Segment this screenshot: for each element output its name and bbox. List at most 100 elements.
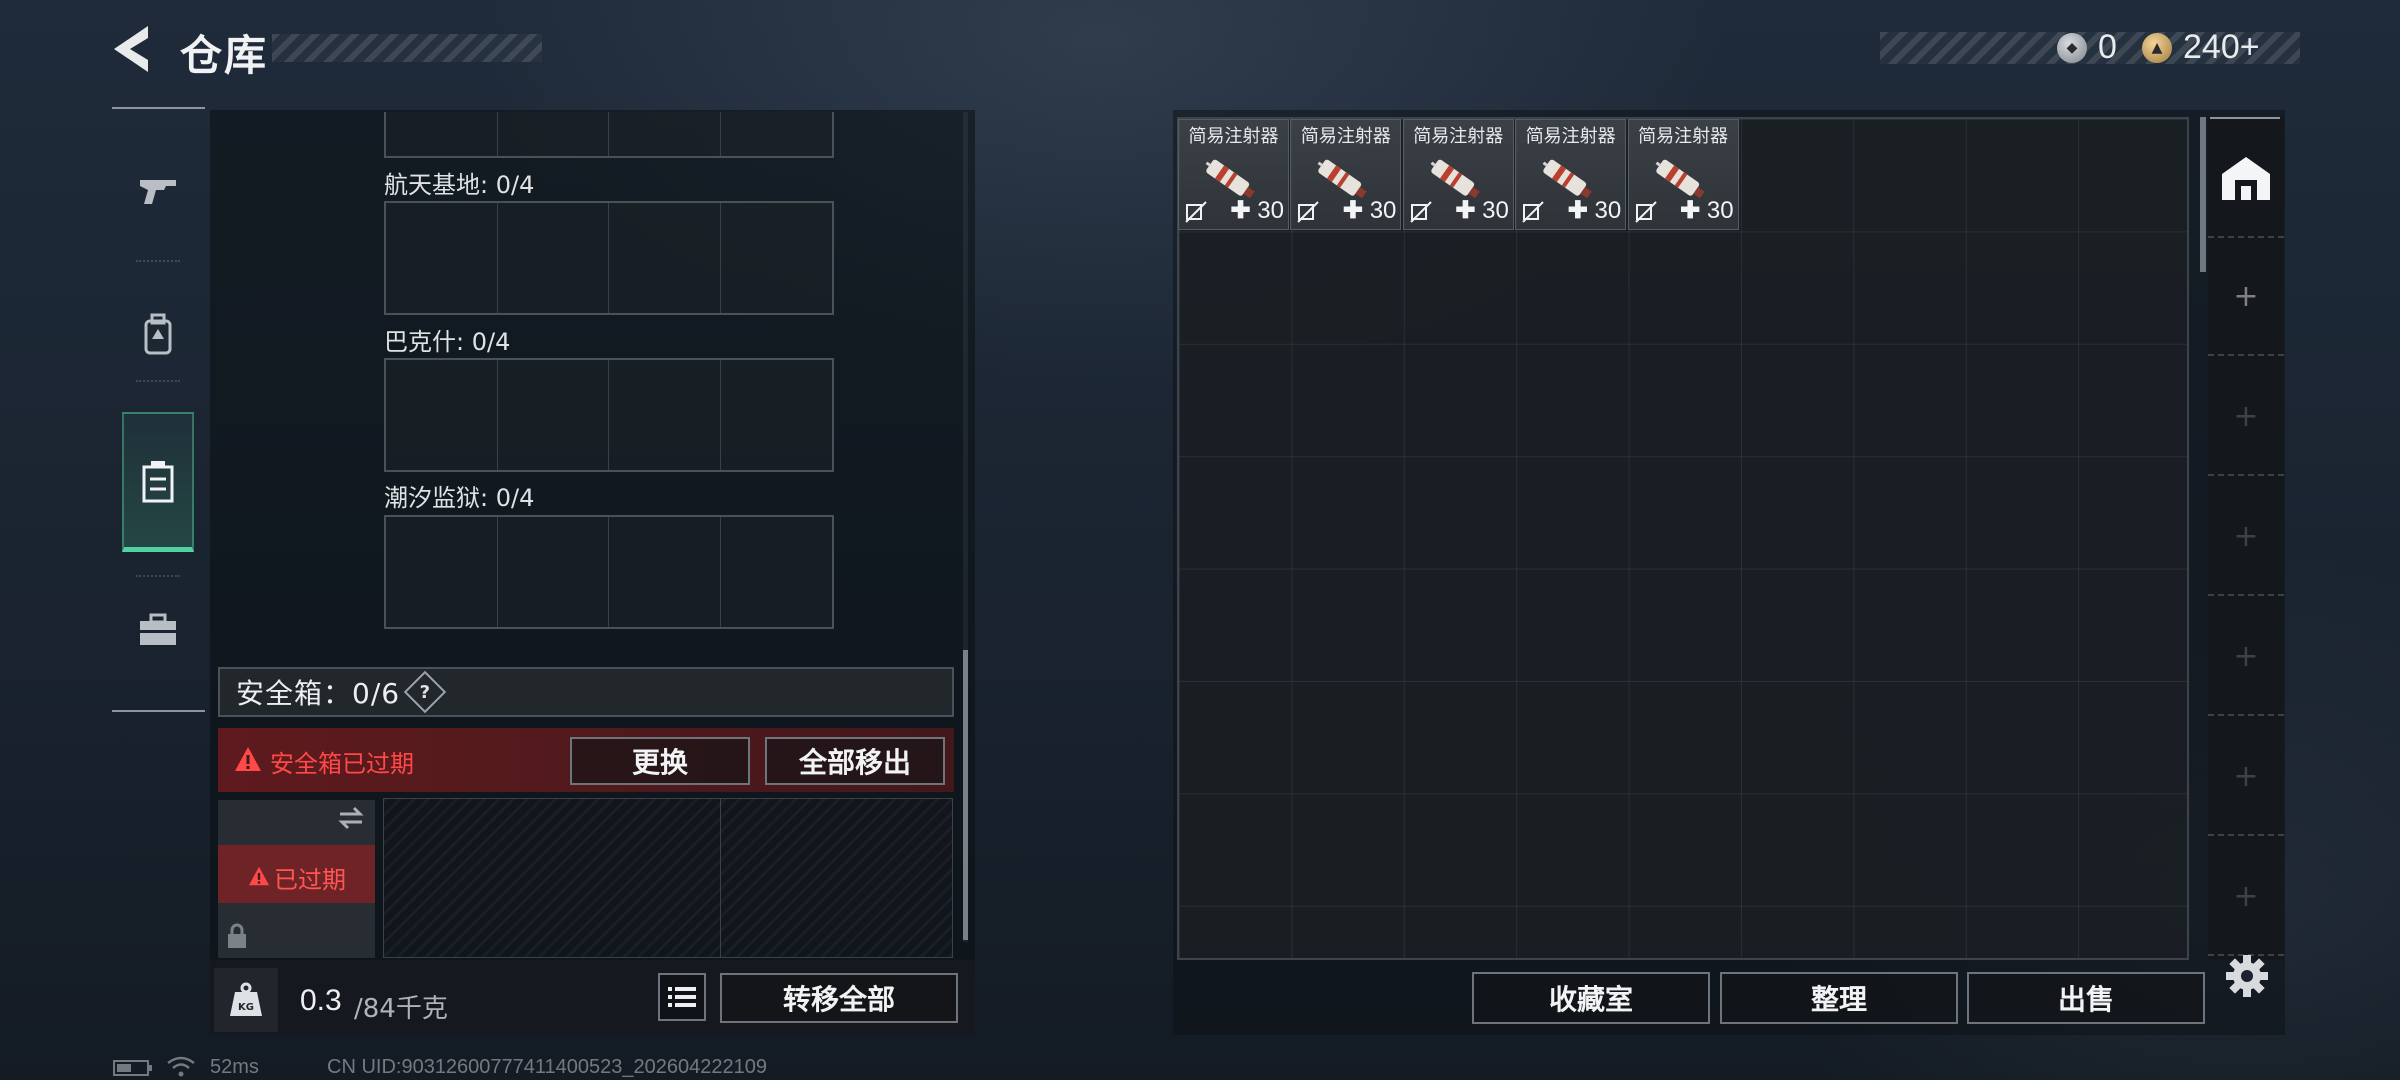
settings-gear-icon[interactable] xyxy=(2224,953,2270,999)
add-stash-page-button[interactable]: + xyxy=(2208,478,2284,596)
weight-max: /84千克 xyxy=(354,994,448,1024)
map-stash-label: 巴克什: 0/4 xyxy=(384,328,511,356)
silver-balance: 0 xyxy=(2098,28,2117,66)
safebox-title: 安全箱：0/6 xyxy=(236,677,401,710)
map-stash-label: 航天基地: 0/4 xyxy=(384,171,535,199)
list-view-button[interactable] xyxy=(658,973,706,1021)
safebox-header: 安全箱：0/6 ? xyxy=(218,667,954,717)
tab-tools[interactable] xyxy=(122,580,194,680)
tab-separator xyxy=(136,575,180,577)
stash-scrollbar-thumb[interactable] xyxy=(2200,117,2206,272)
gold-coin-icon: ▲ xyxy=(2142,33,2172,63)
plus-icon: + xyxy=(2233,398,2259,434)
heal-value: 30 xyxy=(1706,197,1734,224)
heal-value: 30 xyxy=(1369,197,1397,224)
no-sell-icon xyxy=(1522,201,1544,223)
tab-rail-top-line xyxy=(112,107,205,109)
back-button[interactable] xyxy=(108,24,156,74)
plus-icon: + xyxy=(2233,758,2259,794)
transfer-all-button[interactable]: 转移全部 xyxy=(720,973,958,1023)
plus-icon: ✚ xyxy=(1342,197,1364,224)
tab-separator xyxy=(136,260,180,262)
warning-icon xyxy=(235,747,261,771)
silver-coin-icon: ◆ xyxy=(2057,33,2087,63)
tab-rail-bottom-line xyxy=(112,710,205,712)
map-stash-slots[interactable] xyxy=(384,515,834,629)
stash-item-syringe[interactable]: 简易注射器 ✚ 30 xyxy=(1402,119,1514,230)
add-stash-page-button[interactable]: + xyxy=(2208,718,2284,836)
stash-item-syringe[interactable]: 简易注射器 ✚ 30 xyxy=(1290,119,1402,230)
stash-page-top-line xyxy=(2210,117,2280,119)
page-title: 仓库 xyxy=(180,31,269,80)
safebox-slots[interactable] xyxy=(383,798,953,958)
weight-icon: KG xyxy=(214,968,278,1032)
stash-grid[interactable] xyxy=(1177,117,2189,960)
list-icon xyxy=(668,987,696,1007)
item-name: 简易注射器 xyxy=(1300,126,1391,147)
item-name: 简易注射器 xyxy=(1188,126,1279,147)
safebox-help-button[interactable]: ? xyxy=(403,670,447,714)
title-decoration xyxy=(272,34,542,62)
stash-page-current[interactable] xyxy=(2208,120,2284,238)
safebox-slot-divider xyxy=(720,798,721,958)
map-stash-slots[interactable] xyxy=(384,201,834,315)
no-sell-icon xyxy=(1185,201,1207,223)
stash-item-syringe[interactable]: 简易注射器 ✚ 30 xyxy=(1627,119,1739,230)
heal-value: 30 xyxy=(1482,197,1509,224)
gold-balance[interactable]: 240+ xyxy=(2183,28,2260,67)
tab-gear[interactable] xyxy=(122,285,194,385)
lock-icon xyxy=(228,923,246,948)
vault-button[interactable]: 收藏室 xyxy=(1472,972,1710,1024)
wifi-icon xyxy=(167,1056,195,1077)
add-stash-page-button[interactable]: + xyxy=(2208,358,2284,476)
heal-amount: ✚ 30 xyxy=(1231,196,1284,225)
map-stash-slots[interactable] xyxy=(384,358,834,472)
heal-value: 30 xyxy=(1257,197,1284,224)
plus-icon: ✚ xyxy=(1230,197,1251,224)
plus-icon: + xyxy=(2233,518,2259,554)
replace-button[interactable]: 更换 xyxy=(570,737,750,785)
item-name: 简易注射器 xyxy=(1525,126,1616,147)
weight-current: 0.3 xyxy=(300,984,342,1017)
backpack-icon xyxy=(144,313,172,355)
plus-icon: ✚ xyxy=(1567,197,1588,224)
plus-icon: + xyxy=(2233,878,2259,914)
user-uid: CN UID:90312600777411400523_202604222109 xyxy=(327,1056,768,1078)
stash-item-syringe[interactable]: 简易注射器 ✚ 30 xyxy=(1178,119,1289,230)
sell-button[interactable]: 出售 xyxy=(1967,972,2205,1024)
no-sell-icon xyxy=(1410,201,1432,223)
heal-value: 30 xyxy=(1594,197,1622,224)
add-stash-page-button[interactable]: + xyxy=(2208,238,2284,356)
map-stash-label: 潮汐监狱: 0/4 xyxy=(384,484,535,512)
plus-icon: ✚ xyxy=(1455,197,1476,224)
stash-item-syringe[interactable]: 简易注射器 ✚ 30 xyxy=(1515,119,1627,230)
add-stash-page-button[interactable]: + xyxy=(2208,598,2284,716)
item-name: 简易注射器 xyxy=(1413,126,1504,147)
heal-amount: ✚ 30 xyxy=(1343,196,1396,225)
ping-readout: 52ms xyxy=(210,1056,259,1078)
add-stash-page-button[interactable]: + xyxy=(2208,838,2284,956)
help-icon: ? xyxy=(419,681,431,703)
plus-icon: + xyxy=(2233,638,2259,674)
tab-containers-icon-wrap xyxy=(122,432,194,532)
safebox-expired-text: 安全箱已过期 xyxy=(270,750,414,778)
battery-icon xyxy=(113,1060,152,1076)
left-scrollbar-thumb[interactable] xyxy=(963,650,968,940)
stash-house-icon xyxy=(2222,157,2270,200)
heal-amount: ✚ 30 xyxy=(1455,196,1508,225)
no-sell-icon xyxy=(1297,201,1320,223)
safebox-item-status: 已过期 xyxy=(274,866,346,894)
heal-amount: ✚ 30 xyxy=(1568,196,1621,225)
svg-text:KG: KG xyxy=(238,1002,254,1013)
swap-icon[interactable] xyxy=(336,805,366,831)
back-arrow-icon xyxy=(114,26,148,72)
warning-icon xyxy=(249,866,269,886)
tab-weapons[interactable] xyxy=(122,140,194,240)
sort-button[interactable]: 整理 xyxy=(1720,972,1958,1024)
pistol-icon xyxy=(140,180,176,204)
remove-all-button[interactable]: 全部移出 xyxy=(765,737,945,785)
no-sell-icon xyxy=(1634,201,1657,223)
map-stash-slots-partial[interactable] xyxy=(384,112,834,158)
case-icon xyxy=(142,461,174,503)
toolbox-icon xyxy=(140,613,176,645)
